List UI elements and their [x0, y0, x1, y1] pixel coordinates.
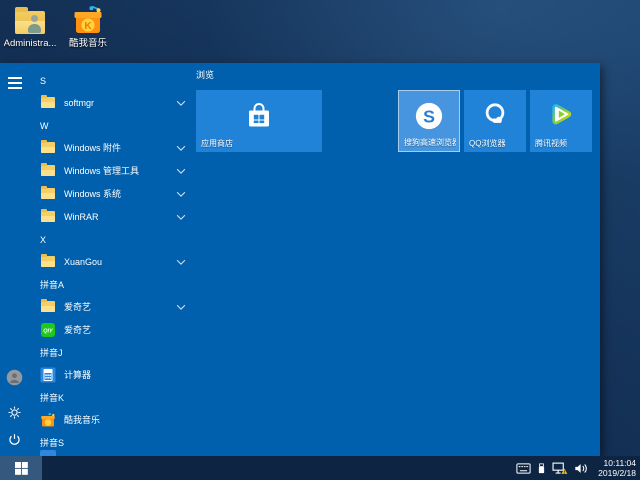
start-menu: S softmgr W Windows 附件 Windows 管理工具 — [0, 63, 600, 456]
tile-group-label[interactable]: 浏览 — [196, 67, 600, 83]
folder-icon — [40, 299, 56, 315]
app-list-section: X XuanGou — [30, 230, 192, 273]
desktop-icon-label: 酷我音乐 — [69, 38, 107, 49]
user-avatar[interactable] — [6, 369, 23, 386]
svg-text:QIY: QIY — [43, 328, 54, 334]
tile-area: 浏览 应用商店 — [196, 63, 600, 456]
app-item-label: 爱奇艺 — [64, 300, 178, 313]
app-list-section: S softmgr — [30, 71, 192, 114]
desktop-icon-area: Administra... K 酷我音乐 — [4, 4, 114, 49]
user-folder-icon — [13, 4, 47, 36]
calculator-icon — [40, 367, 56, 383]
app-list: S softmgr W Windows 附件 Windows 管理工具 — [30, 63, 192, 455]
taskbar: 10:11:04 2019/2/18 — [0, 456, 640, 480]
folder-icon — [40, 209, 56, 225]
chevron-down-icon[interactable] — [177, 256, 185, 264]
app-list-section: W Windows 附件 Windows 管理工具 Windows 系统 — [30, 116, 192, 228]
app-list-item-windows-admin-tools[interactable]: Windows 管理工具 — [30, 159, 192, 182]
app-item-label: Windows 附件 — [64, 141, 178, 154]
app-list-item-softmgr[interactable]: softmgr — [30, 91, 192, 114]
app-list-item-kuwo-music[interactable]: 酷我音乐 — [30, 408, 192, 431]
folder-icon — [40, 254, 56, 270]
section-header[interactable]: X — [30, 230, 192, 250]
desktop-icon-label: Administra... — [4, 38, 57, 49]
speaker-icon[interactable] — [574, 463, 588, 474]
folder-icon — [40, 163, 56, 179]
start-menu-rail — [0, 63, 30, 456]
app-list-item-xuangou[interactable]: XuanGou — [30, 250, 192, 273]
app-item-label: 爱奇艺 — [64, 323, 184, 336]
qq-browser-icon — [464, 100, 526, 128]
network-warning-icon[interactable] — [552, 462, 568, 475]
section-header[interactable]: 拼音J — [30, 343, 192, 363]
tile-microsoft-store[interactable]: 应用商店 — [196, 90, 322, 152]
iqiyi-icon: QIY — [40, 322, 56, 338]
desktop: Administra... K 酷我音乐 — [0, 0, 640, 480]
app-list-section: 拼音J 计算器 — [30, 343, 192, 386]
touch-keyboard-icon[interactable] — [516, 463, 531, 474]
section-header[interactable]: W — [30, 116, 192, 136]
svg-text:K: K — [84, 21, 92, 32]
app-item-label: Windows 系统 — [64, 187, 178, 200]
section-header[interactable]: 拼音A — [30, 275, 192, 295]
app-list-section: 拼音A 爱奇艺 QIY 爱奇艺 — [30, 275, 192, 341]
chevron-down-icon[interactable] — [177, 188, 185, 196]
app-list-section: 拼音K 酷我音乐 — [30, 388, 192, 431]
folder-icon — [40, 186, 56, 202]
hamburger-icon[interactable] — [8, 77, 22, 89]
tile-label: 腾讯视频 — [535, 139, 589, 149]
microsoft-store-icon — [196, 100, 322, 132]
app-item-label: 酷我音乐 — [64, 413, 184, 426]
sogou-browser-icon: S — [399, 101, 459, 131]
settings-gear-icon[interactable] — [6, 404, 23, 421]
app-list-item-calculator[interactable]: 计算器 — [30, 363, 192, 386]
tile-sogou-browser[interactable]: S 搜狗高速浏览器 — [398, 90, 460, 152]
tile-label: 应用商店 — [201, 139, 319, 149]
usb-device-icon[interactable] — [537, 462, 546, 475]
chevron-down-icon[interactable] — [177, 142, 185, 150]
app-item-label: XuanGou — [64, 257, 178, 267]
chevron-down-icon[interactable] — [177, 97, 185, 105]
desktop-icon-kuwo-music[interactable]: K 酷我音乐 — [62, 4, 114, 49]
tencent-video-icon — [530, 100, 592, 128]
tile-qq-browser[interactable]: QQ浏览器 — [464, 90, 526, 152]
section-header[interactable]: 拼音K — [30, 388, 192, 408]
clock-date: 2019/2/18 — [598, 468, 636, 478]
tile-label: 搜狗高速浏览器 — [404, 138, 456, 148]
app-list-item-iqiyi-folder[interactable]: 爱奇艺 — [30, 295, 192, 318]
app-item-label: WinRAR — [64, 212, 178, 222]
app-item-label: Windows 管理工具 — [64, 164, 178, 177]
clock-time: 10:11:04 — [598, 458, 636, 468]
section-header[interactable]: S — [30, 71, 192, 91]
chevron-down-icon[interactable] — [177, 211, 185, 219]
desktop-icon-administrator[interactable]: Administra... — [4, 4, 56, 49]
tile-tencent-video[interactable]: 腾讯视频 — [530, 90, 592, 152]
power-icon[interactable] — [6, 431, 23, 448]
app-item-label: 计算器 — [64, 368, 184, 381]
app-list-item-iqiyi[interactable]: QIY 爱奇艺 — [30, 318, 192, 341]
app-item-label: softmgr — [64, 98, 178, 108]
chevron-down-icon[interactable] — [177, 165, 185, 173]
taskbar-clock[interactable]: 10:11:04 2019/2/18 — [598, 458, 636, 478]
kuwo-music-icon: K — [71, 4, 105, 36]
app-list-item-windows-accessories[interactable]: Windows 附件 — [30, 136, 192, 159]
chevron-down-icon[interactable] — [177, 301, 185, 309]
svg-text:S: S — [423, 107, 435, 127]
folder-icon — [40, 95, 56, 111]
folder-icon — [40, 140, 56, 156]
app-list-item-winrar[interactable]: WinRAR — [30, 205, 192, 228]
start-button[interactable] — [0, 456, 42, 480]
system-tray: 10:11:04 2019/2/18 — [516, 458, 640, 478]
windows-logo-icon — [15, 462, 28, 475]
app-list-item-windows-system[interactable]: Windows 系统 — [30, 182, 192, 205]
tile-label: QQ浏览器 — [469, 139, 523, 149]
kuwo-music-icon — [40, 412, 56, 428]
